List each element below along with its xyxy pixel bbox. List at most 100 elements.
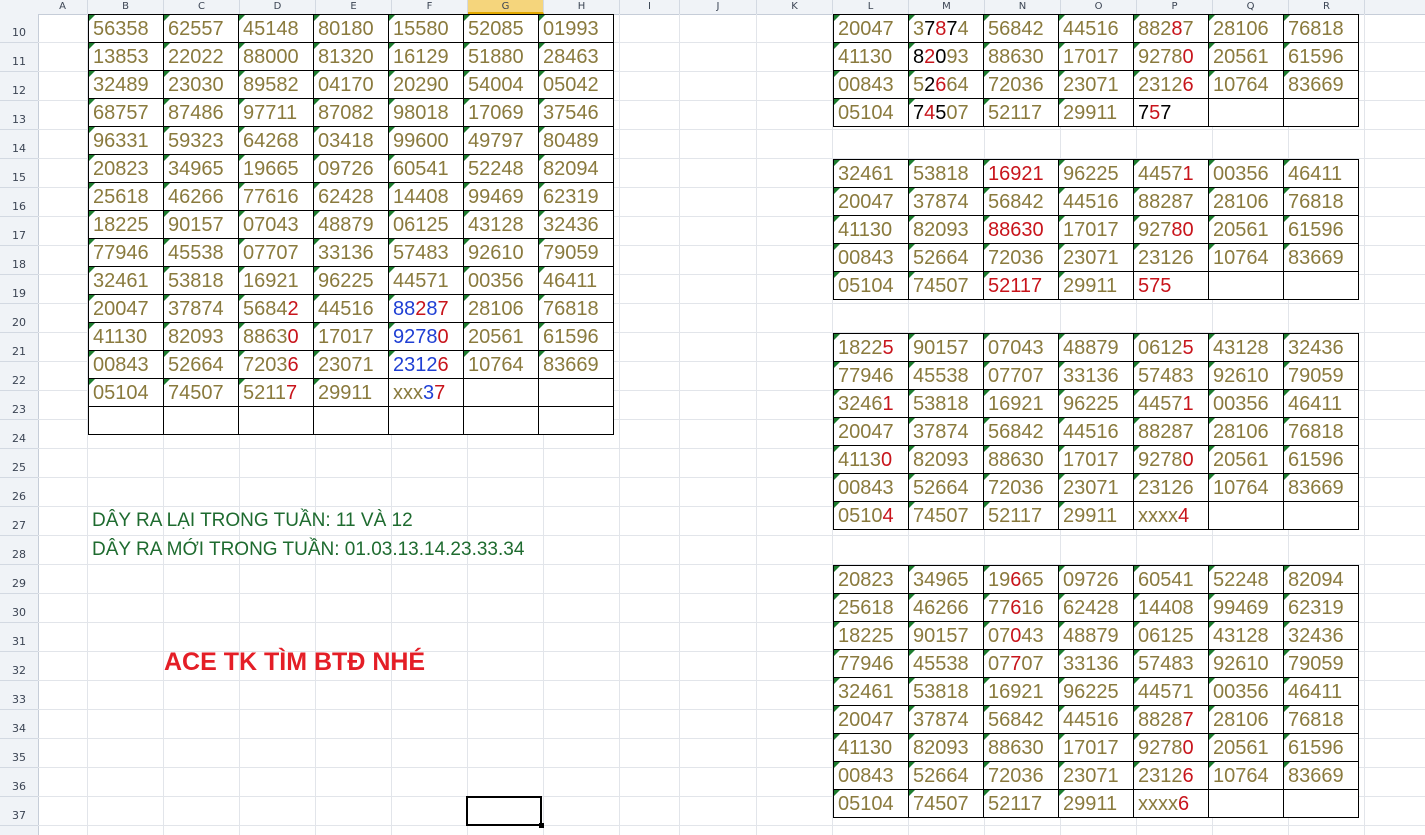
number-cell[interactable]: 14408 bbox=[1133, 593, 1209, 622]
number-cell[interactable]: 05104 bbox=[833, 789, 909, 818]
number-cell[interactable]: 22022 bbox=[163, 42, 239, 71]
number-cell[interactable]: 37874 bbox=[908, 417, 984, 446]
number-cell[interactable]: 92780 bbox=[1133, 445, 1209, 474]
number-cell[interactable]: 18225 bbox=[833, 333, 909, 362]
number-cell[interactable]: 44571 bbox=[388, 266, 464, 295]
number-cell[interactable]: 89582 bbox=[238, 70, 314, 99]
number-cell[interactable]: 92780 bbox=[388, 322, 464, 351]
number-cell[interactable]: 62428 bbox=[1058, 593, 1134, 622]
number-cell[interactable]: 52664 bbox=[908, 473, 984, 502]
number-cell[interactable]: 20047 bbox=[833, 14, 909, 43]
row-header-25[interactable]: 25 bbox=[0, 449, 38, 478]
number-cell[interactable]: 34965 bbox=[163, 154, 239, 183]
column-header-j[interactable]: J bbox=[680, 0, 757, 14]
row-header-26[interactable]: 26 bbox=[0, 478, 38, 507]
column-header-c[interactable]: C bbox=[164, 0, 240, 14]
number-cell[interactable]: 06125 bbox=[1133, 333, 1209, 362]
number-cell[interactable] bbox=[388, 406, 464, 435]
number-cell[interactable]: 20290 bbox=[388, 70, 464, 99]
number-cell[interactable]: 52248 bbox=[1208, 565, 1284, 594]
number-cell[interactable]: 23071 bbox=[313, 350, 389, 379]
number-cell[interactable] bbox=[1208, 98, 1284, 127]
number-cell[interactable]: 48879 bbox=[313, 210, 389, 239]
number-cell[interactable]: 20823 bbox=[833, 565, 909, 594]
number-cell[interactable]: 41130 bbox=[833, 445, 909, 474]
number-cell[interactable]: 37874 bbox=[908, 14, 984, 43]
number-cell[interactable]: 17017 bbox=[1058, 445, 1134, 474]
number-cell[interactable]: 46411 bbox=[1283, 389, 1359, 418]
number-cell[interactable]: 32461 bbox=[833, 389, 909, 418]
number-cell[interactable]: 07043 bbox=[983, 333, 1059, 362]
number-cell[interactable]: 44571 bbox=[1133, 159, 1209, 188]
number-cell[interactable]: 41130 bbox=[833, 215, 909, 244]
number-cell[interactable]: 43128 bbox=[1208, 333, 1284, 362]
number-cell[interactable]: 07707 bbox=[983, 649, 1059, 678]
row-header-10[interactable]: 10 bbox=[0, 14, 38, 43]
number-cell[interactable]: 23071 bbox=[1058, 70, 1134, 99]
number-cell[interactable]: 88000 bbox=[238, 42, 314, 71]
number-cell[interactable]: 00843 bbox=[88, 350, 164, 379]
number-cell[interactable]: 07043 bbox=[238, 210, 314, 239]
number-cell[interactable]: 96225 bbox=[313, 266, 389, 295]
number-cell[interactable]: 88287 bbox=[1133, 705, 1209, 734]
number-cell[interactable]: 29911 bbox=[1058, 271, 1134, 300]
number-cell[interactable]: 72036 bbox=[238, 350, 314, 379]
number-cell[interactable]: 62557 bbox=[163, 14, 239, 43]
number-cell[interactable]: 79059 bbox=[538, 238, 614, 267]
number-cell[interactable]: 46411 bbox=[1283, 159, 1359, 188]
number-cell[interactable]: 56842 bbox=[983, 187, 1059, 216]
number-cell[interactable]: 88630 bbox=[983, 215, 1059, 244]
number-cell[interactable]: 74507 bbox=[908, 271, 984, 300]
number-cell[interactable]: 37874 bbox=[163, 294, 239, 323]
number-cell[interactable]: 87486 bbox=[163, 98, 239, 127]
number-cell[interactable]: 92610 bbox=[463, 238, 539, 267]
number-cell[interactable]: 77946 bbox=[88, 238, 164, 267]
number-cell[interactable]: 76818 bbox=[1283, 705, 1359, 734]
number-cell[interactable]: 74507 bbox=[908, 501, 984, 530]
number-cell[interactable]: 25618 bbox=[833, 593, 909, 622]
number-cell[interactable] bbox=[463, 378, 539, 407]
number-cell[interactable]: 20047 bbox=[88, 294, 164, 323]
number-cell[interactable]: 52664 bbox=[908, 761, 984, 790]
number-cell[interactable]: 32461 bbox=[833, 159, 909, 188]
number-cell[interactable]: 37874 bbox=[908, 705, 984, 734]
number-cell[interactable] bbox=[538, 406, 614, 435]
number-cell[interactable]: 88287 bbox=[1133, 14, 1209, 43]
number-cell[interactable]: 46266 bbox=[163, 182, 239, 211]
number-cell[interactable]: 60541 bbox=[1133, 565, 1209, 594]
number-cell[interactable]: 05042 bbox=[538, 70, 614, 99]
number-cell[interactable]: 33136 bbox=[313, 238, 389, 267]
number-cell[interactable]: 01993 bbox=[538, 14, 614, 43]
number-cell[interactable]: 88287 bbox=[1133, 187, 1209, 216]
number-cell[interactable]: 52117 bbox=[983, 98, 1059, 127]
number-cell[interactable]: 82094 bbox=[538, 154, 614, 183]
number-cell[interactable]: 77616 bbox=[238, 182, 314, 211]
number-cell[interactable]: 77946 bbox=[833, 649, 909, 678]
number-cell[interactable]: 54004 bbox=[463, 70, 539, 99]
number-cell[interactable]: 28106 bbox=[1208, 14, 1284, 43]
number-cell[interactable] bbox=[1208, 271, 1284, 300]
row-header-35[interactable]: 35 bbox=[0, 739, 38, 768]
number-cell[interactable]: 52117 bbox=[983, 501, 1059, 530]
number-cell[interactable]: 05104 bbox=[88, 378, 164, 407]
number-cell[interactable]: 92610 bbox=[1208, 649, 1284, 678]
row-header-23[interactable]: 23 bbox=[0, 391, 38, 420]
number-cell[interactable]: 20561 bbox=[1208, 445, 1284, 474]
row-header-36[interactable]: 36 bbox=[0, 768, 38, 797]
column-header-p[interactable]: P bbox=[1137, 0, 1213, 14]
number-cell[interactable]: 88630 bbox=[238, 322, 314, 351]
number-cell[interactable]: 53818 bbox=[163, 266, 239, 295]
number-cell[interactable]: 05104 bbox=[833, 271, 909, 300]
number-cell[interactable]: 32436 bbox=[1283, 621, 1359, 650]
number-cell[interactable]: 53818 bbox=[908, 159, 984, 188]
row-header-37[interactable]: 37 bbox=[0, 797, 38, 826]
row-header-16[interactable]: 16 bbox=[0, 188, 38, 217]
number-cell[interactable]: 90157 bbox=[908, 621, 984, 650]
number-cell[interactable]: 96225 bbox=[1058, 677, 1134, 706]
number-cell[interactable]: 88630 bbox=[983, 42, 1059, 71]
number-cell[interactable]: 92780 bbox=[1133, 733, 1209, 762]
number-cell[interactable]: 56842 bbox=[983, 705, 1059, 734]
column-header-n[interactable]: N bbox=[985, 0, 1061, 14]
number-cell[interactable]: 15580 bbox=[388, 14, 464, 43]
number-cell[interactable]: 20561 bbox=[1208, 42, 1284, 71]
